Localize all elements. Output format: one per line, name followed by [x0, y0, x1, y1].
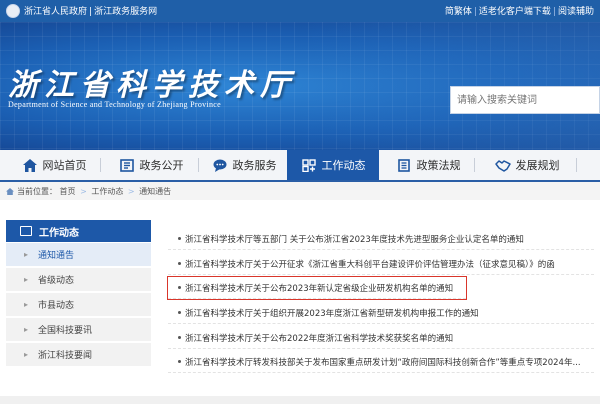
chevron-right-icon: ▸	[24, 250, 29, 259]
chevron-right-icon: ▸	[24, 300, 29, 309]
page-scroll-edge	[0, 396, 600, 404]
nav-label: 网站首页	[42, 159, 87, 172]
sidebar-item-zhejiang-tech-news[interactable]: ▸ 浙江科技要闻	[6, 343, 151, 367]
nav-work-updates[interactable]: 工作动态	[287, 150, 379, 180]
list-item-title[interactable]: 浙江省科学技术厅转发科技部关于发布国家重点研发计划“政府间国际科技创新合作”等重…	[185, 356, 581, 368]
top-links-right: 简繁体 | 适老化客户端下载 | 阅读辅助	[445, 4, 594, 17]
site-title-english: Department of Science and Technology of …	[8, 100, 221, 109]
bullet-icon	[178, 360, 181, 363]
nav-government-services[interactable]: 政务服务	[204, 150, 284, 180]
folder-icon	[20, 226, 32, 236]
breadcrumb-chevron-icon: >	[80, 187, 87, 196]
bullet-icon	[178, 286, 181, 289]
book-icon	[396, 158, 412, 172]
handshake-icon	[494, 158, 511, 172]
main-nav: 网站首页 政务公开 政务服务 工作动态 政策法规 发展规划	[0, 150, 600, 182]
nav-label: 政务公开	[139, 159, 184, 172]
search-input[interactable]	[451, 87, 599, 113]
bullet-icon	[178, 262, 181, 265]
nav-label: 政策法规	[416, 159, 461, 172]
chevron-right-icon: ▸	[24, 275, 29, 284]
site-title[interactable]: 浙江省科学技术厅	[8, 60, 296, 104]
sidebar-item-city-county-news[interactable]: ▸ 市县动态	[6, 293, 151, 317]
list-item[interactable]: 浙江省科学技术厅关于公开征求《浙江省重大科创平台建设评价评估管理办法（征求意见稿…	[168, 253, 594, 275]
list-item-highlighted[interactable]: 浙江省科学技术厅关于公布2023年新认定省级企业研发机构名单的通知	[167, 276, 467, 300]
nav-divider	[474, 158, 475, 172]
sidebar-item-label: 市县动态	[38, 301, 75, 311]
notice-list: 浙江省科学技术厅等五部门 关于公布浙江省2023年度技术先进型服务企业认定名单的…	[167, 222, 594, 382]
sidebar-heading-label: 工作动态	[39, 227, 79, 239]
grid-icon	[301, 158, 317, 172]
divider: |	[473, 7, 477, 17]
chevron-right-icon: ▸	[24, 325, 29, 334]
list-item[interactable]: 浙江省科学技术厅关于组织开展2023年度浙江省新型研发机构申报工作的通知	[168, 302, 594, 324]
nav-label: 发展规划	[515, 159, 560, 172]
breadcrumb-chevron-icon: >	[127, 187, 135, 196]
chat-icon	[212, 158, 228, 172]
bullet-icon	[178, 237, 181, 240]
breadcrumb-prefix: 当前位置：	[17, 187, 57, 196]
list-item-title[interactable]: 浙江省科学技术厅关于公布2023年新认定省级企业研发机构名单的通知	[185, 282, 453, 294]
nav-development-planning[interactable]: 发展规划	[484, 150, 570, 180]
bullet-icon	[178, 311, 181, 314]
link-zhejiang-government-services[interactable]: 浙江政务服务网	[94, 7, 157, 17]
search-box[interactable]	[450, 86, 600, 114]
link-reading-assist[interactable]: 阅读辅助	[558, 7, 594, 17]
home-icon	[22, 158, 38, 172]
list-item[interactable]: 浙江省科学技术厅关于公布2022年度浙江省科学技术奖获奖名单的通知	[168, 327, 594, 349]
government-emblem-icon	[6, 4, 20, 18]
nav-divider	[576, 158, 577, 172]
list-item-title[interactable]: 浙江省科学技术厅等五部门 关于公布浙江省2023年度技术先进型服务企业认定名单的…	[185, 233, 524, 245]
chevron-right-icon: ▸	[24, 350, 29, 359]
nav-government-affairs[interactable]: 政务公开	[108, 150, 194, 180]
document-icon	[119, 158, 135, 172]
breadcrumb-work-updates-link[interactable]: 工作动态	[91, 187, 123, 196]
top-links-left: 浙江省人民政府 | 浙江政务服务网	[24, 4, 157, 17]
list-item-title[interactable]: 浙江省科学技术厅关于公开征求《浙江省重大科创平台建设评价评估管理办法（征求意见稿…	[185, 258, 555, 270]
sidebar-item-label: 省级动态	[38, 276, 75, 286]
nav-divider	[198, 158, 199, 172]
nav-policies-regulations[interactable]: 政策法规	[388, 150, 468, 180]
nav-label: 工作动态	[321, 159, 366, 172]
nav-home[interactable]: 网站首页	[14, 150, 94, 180]
sidebar-item-label: 通知通告	[38, 251, 75, 261]
divider: |	[552, 7, 556, 17]
nav-divider	[100, 158, 101, 172]
nav-label: 政务服务	[232, 159, 277, 172]
sidebar-item-provincial-news[interactable]: ▸ 省级动态	[6, 268, 151, 292]
breadcrumb: 当前位置： 首页 > 工作动态 > 通知通告	[0, 182, 600, 200]
list-item[interactable]: 浙江省科学技术厅等五部门 关于公布浙江省2023年度技术先进型服务企业认定名单的…	[168, 228, 594, 250]
link-elderly-app-download[interactable]: 适老化客户端下载	[479, 7, 551, 17]
sidebar-item-national-tech-news[interactable]: ▸ 全国科技要讯	[6, 318, 151, 342]
link-traditional-chinese[interactable]: 简繁体	[445, 7, 472, 17]
breadcrumb-current: 通知通告	[139, 187, 172, 196]
divider: |	[89, 7, 93, 17]
list-item-title[interactable]: 浙江省科学技术厅关于组织开展2023年度浙江省新型研发机构申报工作的通知	[185, 307, 479, 319]
link-zhejiang-government[interactable]: 浙江省人民政府	[24, 7, 87, 17]
breadcrumb-home-link[interactable]: 首页	[60, 187, 76, 196]
header-banner: 浙江省科学技术厅 Department of Science and Techn…	[0, 22, 600, 150]
breadcrumb-inner: 当前位置： 首页 > 工作动态 > 通知通告	[6, 186, 171, 197]
sidebar-item-label: 浙江科技要闻	[38, 351, 93, 361]
bullet-icon	[178, 336, 181, 339]
list-item[interactable]: 浙江省科学技术厅转发科技部关于发布国家重点研发计划“政府间国际科技创新合作”等重…	[168, 351, 594, 373]
location-home-icon	[6, 188, 14, 195]
sidebar-item-notices[interactable]: ▸ 通知通告	[6, 243, 151, 267]
top-bar: 浙江省人民政府 | 浙江政务服务网 简繁体 | 适老化客户端下载 | 阅读辅助	[0, 0, 600, 22]
sidebar-item-label: 全国科技要讯	[38, 326, 93, 336]
list-item-title[interactable]: 浙江省科学技术厅关于公布2022年度浙江省科学技术奖获奖名单的通知	[185, 332, 453, 344]
sidebar-heading: 工作动态	[6, 220, 151, 242]
